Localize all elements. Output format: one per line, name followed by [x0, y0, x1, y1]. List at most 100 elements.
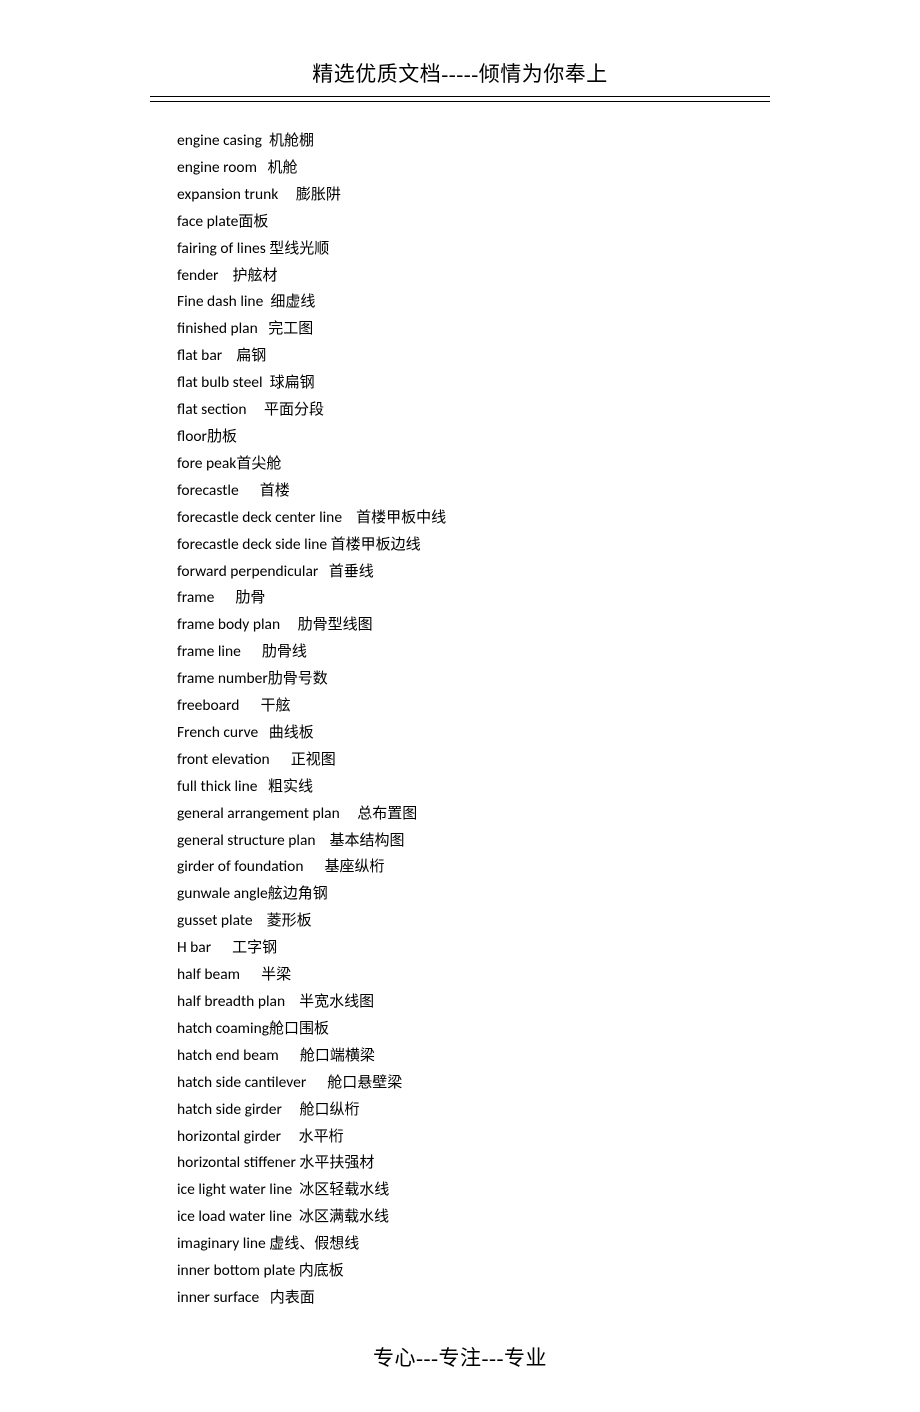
glossary-entry: French curve 曲线板: [177, 720, 770, 747]
glossary-entry: inner bottom plate 内底板: [177, 1258, 770, 1285]
glossary-entry: general arrangement plan 总布置图: [177, 801, 770, 828]
term-chinese: 膨胀阱: [296, 187, 341, 203]
term-english: floor: [177, 427, 207, 446]
term-chinese: 菱形板: [267, 913, 312, 929]
term-chinese: 首垂线: [329, 564, 374, 580]
term-chinese: 半梁: [261, 967, 291, 983]
term-chinese: 肋板: [207, 429, 237, 445]
term-gap: [262, 131, 269, 150]
term-chinese: 型线光顺: [269, 241, 329, 257]
term-chinese: 舱口围板: [269, 1021, 329, 1037]
glossary-entry: expansion trunk 膨胀阱: [177, 182, 770, 209]
term-chinese: 舱口纵桁: [299, 1102, 359, 1118]
term-gap: [257, 158, 268, 177]
term-english: half beam: [177, 965, 240, 984]
glossary-entry: flat section 平面分段: [177, 397, 770, 424]
term-gap: [259, 1288, 270, 1307]
glossary-entry: inner surface 内表面: [177, 1285, 770, 1312]
term-chinese: 面板: [238, 214, 268, 230]
term-english: forecastle: [177, 481, 239, 500]
term-chinese: 内表面: [270, 1290, 315, 1306]
term-english: H bar: [177, 938, 211, 957]
term-chinese: 冰区满载水线: [299, 1209, 389, 1225]
term-gap: [241, 642, 262, 661]
term-english: frame line: [177, 642, 241, 661]
page-header: 精选优质文档-----倾情为你奉上: [150, 58, 770, 97]
term-chinese: 干舷: [260, 698, 290, 714]
term-english: fender: [177, 266, 218, 285]
glossary-entry: finished plan 完工图: [177, 316, 770, 343]
glossary-list: engine casing 机舱棚engine room 机舱expansion…: [0, 128, 920, 1312]
term-english: gunwale angle: [177, 884, 268, 903]
glossary-entry: Fine dash line 细虚线: [177, 289, 770, 316]
glossary-entry: half beam 半梁: [177, 962, 770, 989]
glossary-entry: flat bar 扁钢: [177, 343, 770, 370]
term-chinese: 舷边角钢: [268, 886, 328, 902]
glossary-entry: frame 肋骨: [177, 585, 770, 612]
term-chinese: 曲线板: [269, 725, 314, 741]
glossary-entry: general structure plan 基本结构图: [177, 828, 770, 855]
term-gap: [292, 1207, 299, 1226]
term-english: frame: [177, 588, 214, 607]
term-gap: [282, 1100, 300, 1119]
term-chinese: 内底板: [299, 1263, 344, 1279]
glossary-entry: freeboard 干舷: [177, 693, 770, 720]
term-chinese: 舱口悬壁梁: [327, 1075, 402, 1091]
glossary-entry: H bar 工字钢: [177, 935, 770, 962]
term-chinese: 水平桁: [299, 1129, 344, 1145]
glossary-entry: hatch side girder 舱口纵桁: [177, 1097, 770, 1124]
term-english: French curve: [177, 723, 258, 742]
glossary-entry: ice load water line 冰区满载水线: [177, 1204, 770, 1231]
term-chinese: 机舱: [267, 160, 297, 176]
term-gap: [214, 588, 235, 607]
term-chinese: 正视图: [291, 752, 336, 768]
term-english: finished plan: [177, 319, 258, 338]
term-gap: [318, 562, 329, 581]
term-gap: [258, 319, 269, 338]
term-gap: [240, 965, 261, 984]
term-english: ice light water line: [177, 1180, 292, 1199]
glossary-entry: half breadth plan 半宽水线图: [177, 989, 770, 1016]
term-english: hatch end beam: [177, 1046, 279, 1065]
glossary-entry: forecastle deck center line 首楼甲板中线: [177, 505, 770, 532]
term-english: girder of foundation: [177, 857, 303, 876]
term-english: frame number: [177, 669, 268, 688]
term-chinese: 肋骨线: [262, 644, 307, 660]
glossary-entry: forecastle 首楼: [177, 478, 770, 505]
term-english: hatch side cantilever: [177, 1073, 306, 1092]
term-chinese: 虚线、假想线: [269, 1236, 359, 1252]
term-chinese: 冰区轻载水线: [299, 1182, 389, 1198]
term-english: forecastle deck side line: [177, 535, 327, 554]
term-english: horizontal stiffener: [177, 1153, 296, 1172]
glossary-entry: face plate面板: [177, 209, 770, 236]
glossary-entry: flat bulb steel 球扁钢: [177, 370, 770, 397]
term-gap: [211, 938, 232, 957]
glossary-entry: forecastle deck side line 首楼甲板边线: [177, 532, 770, 559]
term-english: ice load water line: [177, 1207, 292, 1226]
term-gap: [342, 508, 356, 527]
term-english: freeboard: [177, 696, 239, 715]
glossary-entry: forward perpendicular 首垂线: [177, 559, 770, 586]
term-chinese: 机舱棚: [269, 133, 314, 149]
glossary-entry: hatch end beam 舱口端横梁: [177, 1043, 770, 1070]
term-english: general arrangement plan: [177, 804, 340, 823]
term-gap: [306, 1073, 327, 1092]
term-gap: [285, 992, 299, 1011]
term-gap: [239, 481, 260, 500]
page-footer: 专心---专注---专业: [0, 1342, 920, 1372]
term-english: flat section: [177, 400, 246, 419]
term-english: Fine dash line: [177, 292, 263, 311]
term-chinese: 完工图: [268, 321, 313, 337]
term-english: hatch coaming: [177, 1019, 269, 1038]
term-chinese: 总布置图: [357, 806, 417, 822]
glossary-entry: frame line 肋骨线: [177, 639, 770, 666]
glossary-entry: front elevation 正视图: [177, 747, 770, 774]
term-english: gusset plate: [177, 911, 253, 930]
term-gap: [281, 1127, 299, 1146]
term-english: face plate: [177, 212, 238, 231]
term-english: frame body plan: [177, 615, 280, 634]
term-english: fore peak: [177, 454, 236, 473]
term-chinese: 护舷材: [233, 268, 278, 284]
term-gap: [258, 723, 269, 742]
term-gap: [263, 373, 270, 392]
